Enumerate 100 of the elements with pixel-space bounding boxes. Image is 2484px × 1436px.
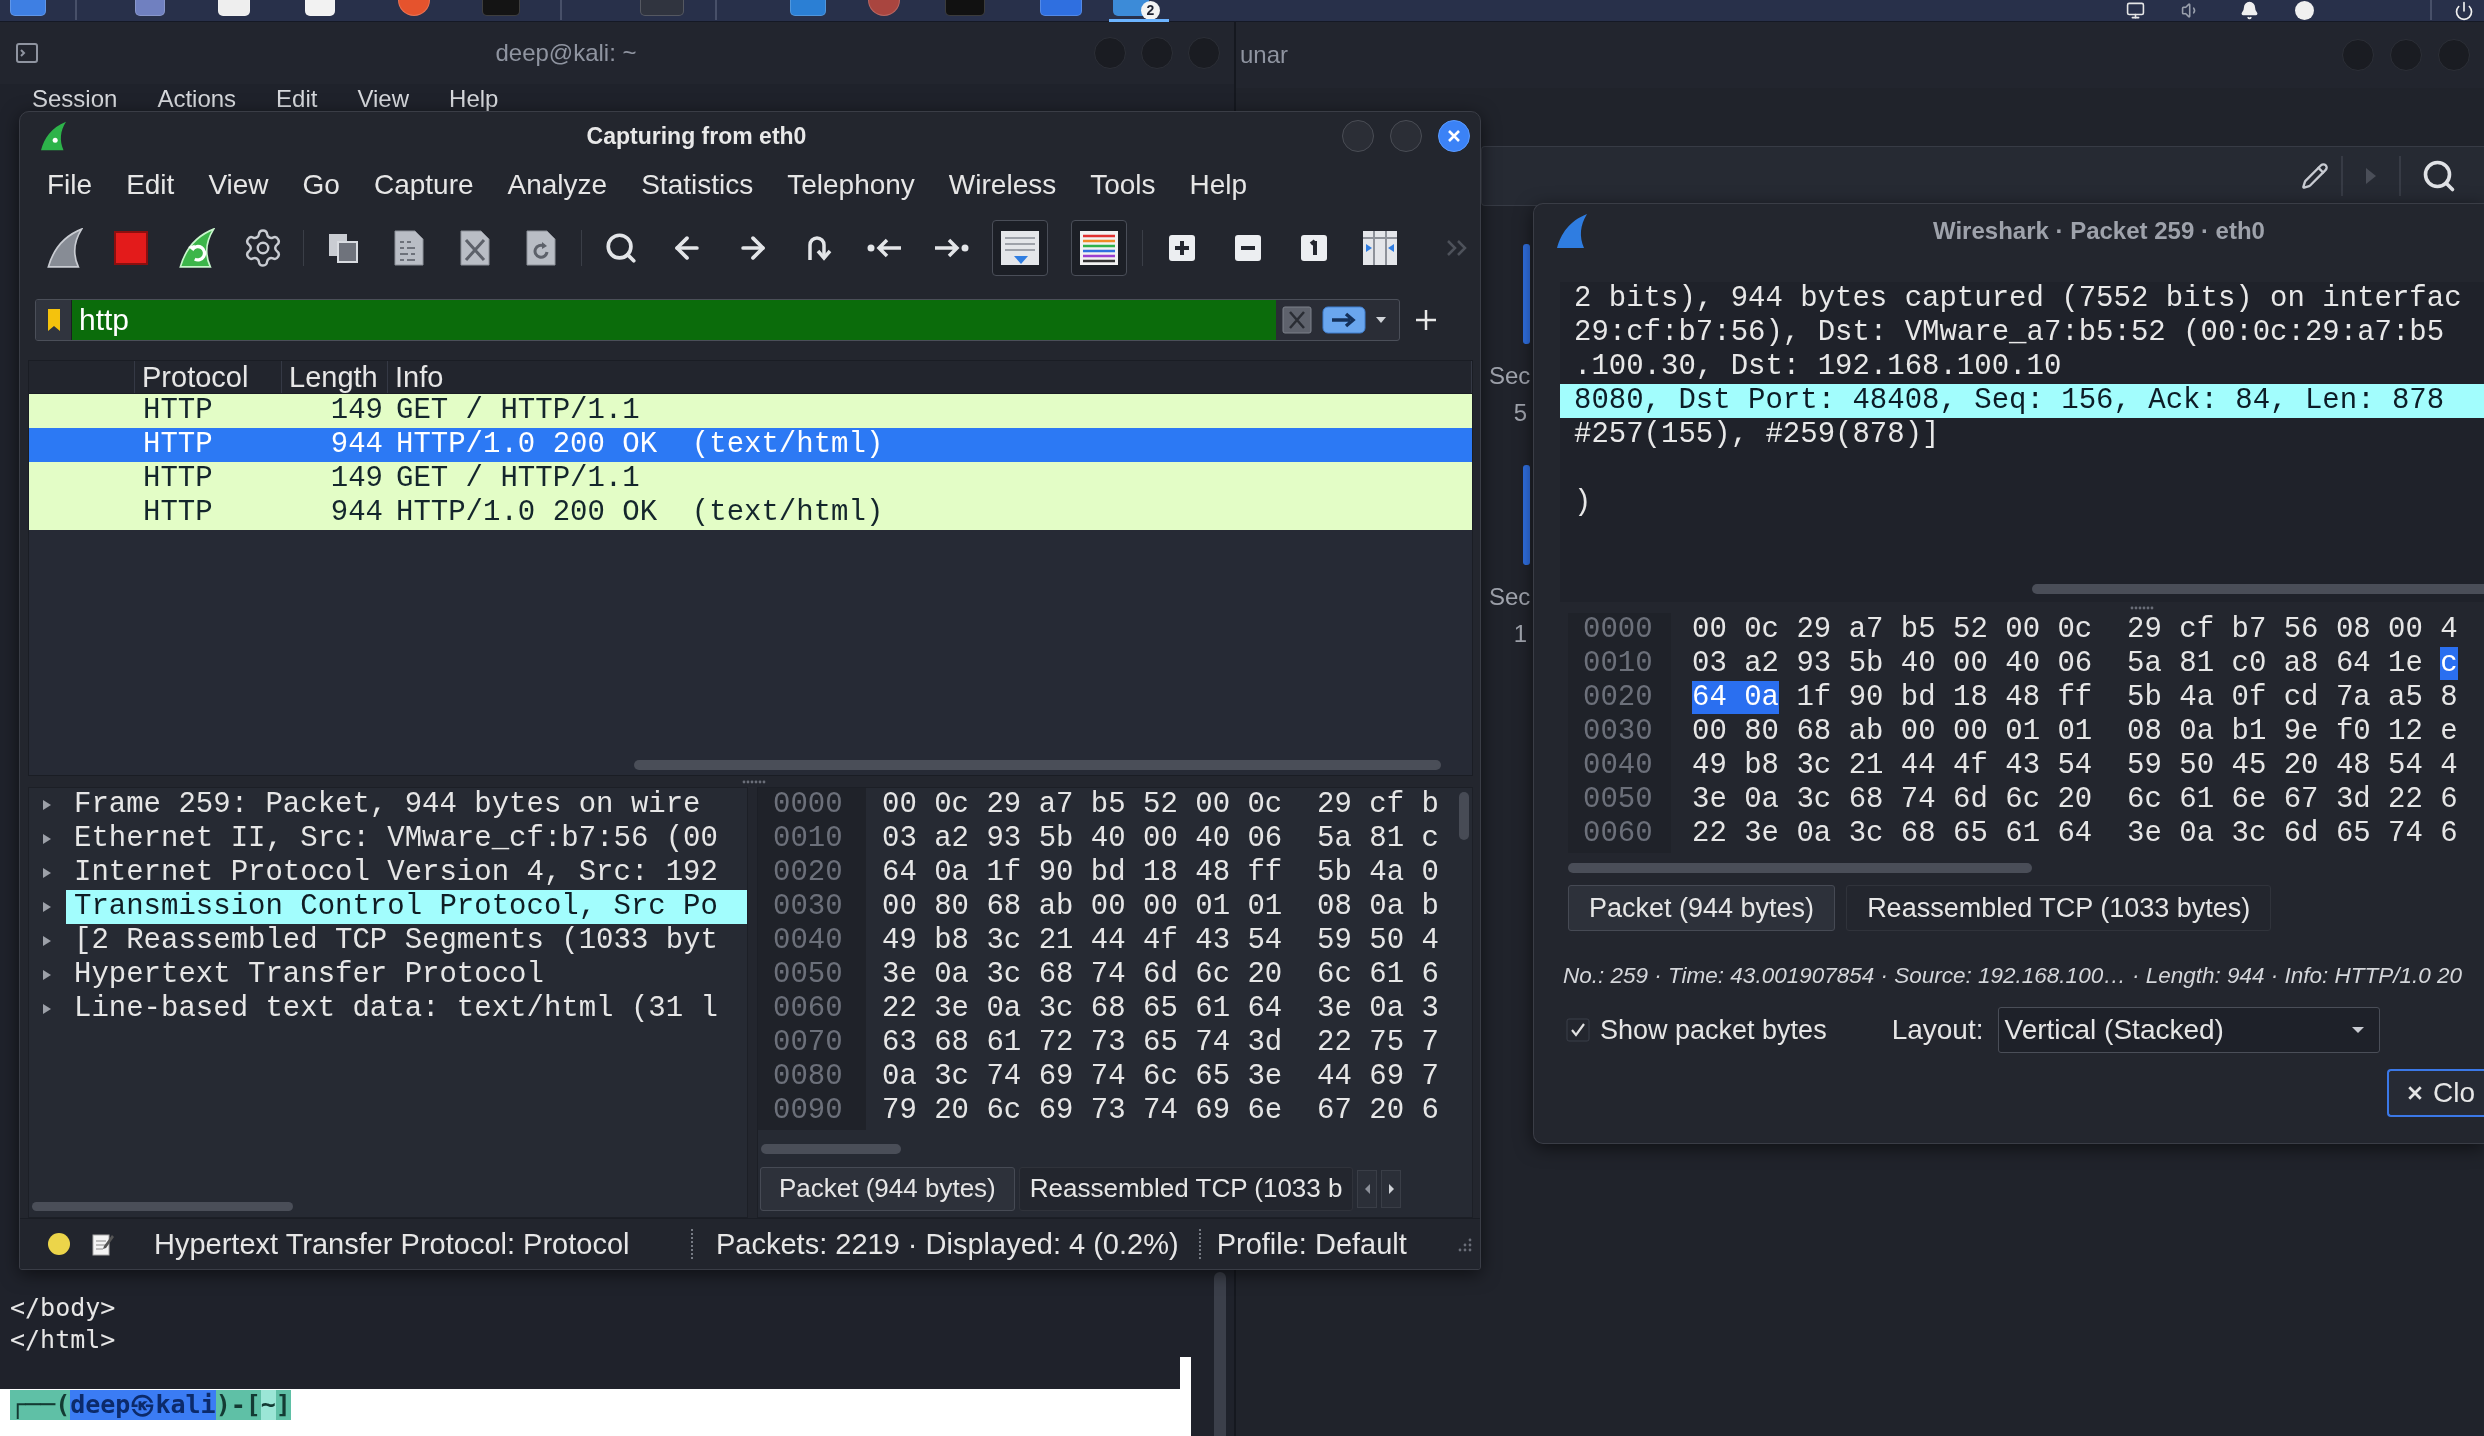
menu-item[interactable]: Help xyxy=(1189,169,1248,201)
column-header[interactable]: Protocol xyxy=(135,361,282,393)
sidebar-label[interactable]: Sec xyxy=(1489,362,1531,390)
scroll-thumb[interactable] xyxy=(761,1144,901,1154)
tree-row[interactable]: 8080, Dst Port: 48408, Seq: 156, Ack: 84, Len: 878 xyxy=(1560,384,2484,418)
scroll-thumb[interactable] xyxy=(32,1202,293,1211)
hex-row: 79 20 6c 69 73 74 69 6e 67 20 6 xyxy=(882,1094,1439,1128)
expand-arrow-icon[interactable] xyxy=(42,833,52,845)
pencil-icon[interactable] xyxy=(2301,162,2329,190)
resize-grip-icon[interactable] xyxy=(1456,1236,1472,1252)
expand-arrow-icon[interactable] xyxy=(42,1003,52,1015)
packet-row[interactable]: HTTP 944 HTTP/1.0 200 OK (text/html) xyxy=(29,496,1472,530)
circle-icon[interactable] xyxy=(2295,1,2314,20)
terminal-line: </body> xyxy=(10,1292,116,1324)
menu-item[interactable]: Edit xyxy=(276,84,318,112)
offset-label: 0050 xyxy=(773,958,843,992)
expand-arrow-icon[interactable] xyxy=(42,935,52,947)
app-icon[interactable] xyxy=(398,0,430,16)
table-cell-text: 149 xyxy=(329,394,384,428)
grip-dots-icon[interactable] xyxy=(2130,605,2154,610)
toggle-button[interactable] xyxy=(1071,219,1127,276)
power-icon[interactable] xyxy=(2454,1,2474,21)
tree-row[interactable]: .100.30, Dst: 192.168.100.10 xyxy=(1560,350,2484,384)
add-button[interactable] xyxy=(1414,307,1438,332)
hex-row: 64 0a 1f 90 bd 18 48 ff 5b 4a 0f cd 7a a5 8 xyxy=(1692,681,2458,715)
tree-row[interactable]: Hypertext Transfer Protocol xyxy=(66,958,552,992)
close-button[interactable] xyxy=(1438,120,1470,152)
zoom-reset-icon xyxy=(1300,233,1328,262)
table-cell-text: 944 xyxy=(329,496,384,530)
expand-arrow-icon[interactable] xyxy=(42,969,52,981)
fin-arrow-icon xyxy=(179,227,215,268)
tab[interactable]: Packet (944 bytes) xyxy=(1568,885,1836,931)
tab[interactable]: Reassembled TCP (1033 b xyxy=(1018,1166,1354,1211)
fin-logo-icon xyxy=(1556,213,1588,249)
menu-item[interactable]: Go xyxy=(302,169,340,201)
column-header[interactable]: Length xyxy=(282,361,388,393)
packet-row[interactable]: HTTP 149 GET / HTTP/1.1 xyxy=(29,462,1472,496)
window-title: unar xyxy=(1240,41,1289,69)
tree-row[interactable]: #257(155), #259(878)] xyxy=(1560,418,2484,452)
scroll-thumb[interactable] xyxy=(2032,584,2484,594)
tree-row[interactable]: 29:cf:b7:56), Dst: VMware_a7:b5:52 (00:0c:29:a7:b5 xyxy=(1560,316,2484,350)
fin-logo-icon xyxy=(40,121,67,151)
zoom-out-icon xyxy=(1234,233,1262,262)
tree-row[interactable]: Line-based text data: text/html (31 l xyxy=(66,992,726,1026)
tree-row[interactable]: Frame 259: Packet, 944 bytes on wire xyxy=(66,788,709,822)
close-button[interactable]: Clo xyxy=(2387,1069,2484,1117)
scroll-left-button[interactable] xyxy=(1357,1169,1378,1208)
tree-row[interactable]: ) xyxy=(1560,486,2484,520)
scroll-thumb[interactable] xyxy=(634,760,1441,770)
expand-arrow-icon[interactable] xyxy=(42,799,52,811)
packet-row[interactable]: HTTP 944 HTTP/1.0 200 OK (text/html) xyxy=(29,428,1472,462)
checkbox[interactable] xyxy=(1566,1018,1590,1042)
expand-arrow-icon[interactable] xyxy=(42,901,52,913)
hex-row: 49 b8 3c 21 44 4f 43 54 59 50 45 20 48 54 4 xyxy=(1692,749,2458,783)
hex-row: 0a 3c 74 69 74 6c 65 3e 44 69 7 xyxy=(882,1060,1439,1094)
menu-item[interactable]: Tools xyxy=(1090,169,1156,201)
sidebar-label[interactable]: Sec xyxy=(1489,583,1531,611)
menu-item[interactable]: Actions xyxy=(157,84,237,112)
scroll-thumb[interactable] xyxy=(1459,792,1469,840)
app-icon[interactable] xyxy=(305,0,335,16)
offset-label: 0050 xyxy=(1583,783,1653,817)
caret-right-icon xyxy=(1387,1182,1395,1195)
scroll-thumb[interactable] xyxy=(1214,1272,1226,1436)
tree-row[interactable]: Internet Protocol Version 4, Src: 192 xyxy=(66,856,726,890)
note-edit-icon[interactable] xyxy=(92,1232,114,1256)
checkbox-label: Show packet bytes xyxy=(1600,1014,1827,1046)
monitor-icon[interactable] xyxy=(2126,1,2145,20)
menu-item[interactable]: View xyxy=(357,84,410,112)
menu-item[interactable]: Wireless xyxy=(948,169,1057,201)
tab[interactable]: Packet (944 bytes) xyxy=(760,1166,1015,1211)
close-icon xyxy=(1447,129,1461,143)
expand-arrow-icon[interactable] xyxy=(42,867,52,879)
toggle-button[interactable] xyxy=(992,219,1048,276)
grip-dots-icon[interactable] xyxy=(742,779,766,784)
tree-row[interactable]: [2 Reassembled TCP Segments (1033 byt xyxy=(66,924,726,958)
scroll-thumb[interactable] xyxy=(1568,863,2032,873)
bell-icon[interactable] xyxy=(2240,1,2259,20)
tree-row[interactable]: Transmission Control Protocol, Src Po xyxy=(66,890,747,924)
close-icon xyxy=(2407,1085,2423,1101)
menu-item[interactable]: Telephony xyxy=(787,169,915,201)
menu-item[interactable]: File xyxy=(47,169,93,201)
window-title: deep@kali: ~ xyxy=(495,39,637,67)
menu-item[interactable]: View xyxy=(208,169,269,201)
menu-item[interactable]: Help xyxy=(449,84,499,112)
packet-row[interactable]: HTTP 149 GET / HTTP/1.1 xyxy=(29,394,1472,428)
tree-row[interactable]: Ethernet II, Src: VMware_cf:b7:56 (00 xyxy=(66,822,726,856)
menu-item[interactable]: Session xyxy=(32,84,118,112)
tab[interactable]: Reassembled TCP (1033 bytes) xyxy=(1846,885,2272,931)
column-header[interactable]: Info xyxy=(388,361,1472,393)
scroll-right-button[interactable] xyxy=(1381,1169,1402,1208)
offset-label: 0090 xyxy=(773,1094,843,1128)
menu-item[interactable]: Statistics xyxy=(641,169,754,201)
search-icon[interactable] xyxy=(2421,158,2457,194)
tree-row[interactable]: 2 bits), 944 bytes captured (7552 bits) on interfac xyxy=(1560,282,2484,316)
hex-row: 00 80 68 ab 00 00 01 01 08 0a b1 9e f0 12 e xyxy=(1692,715,2458,749)
layout-dropdown[interactable]: Vertical (Stacked) xyxy=(1997,1007,2380,1053)
offset-label: 0010 xyxy=(773,822,843,856)
menu-item[interactable]: Capture xyxy=(373,169,474,201)
menu-item[interactable]: Analyze xyxy=(507,169,608,201)
menu-item[interactable]: Edit xyxy=(126,169,175,201)
